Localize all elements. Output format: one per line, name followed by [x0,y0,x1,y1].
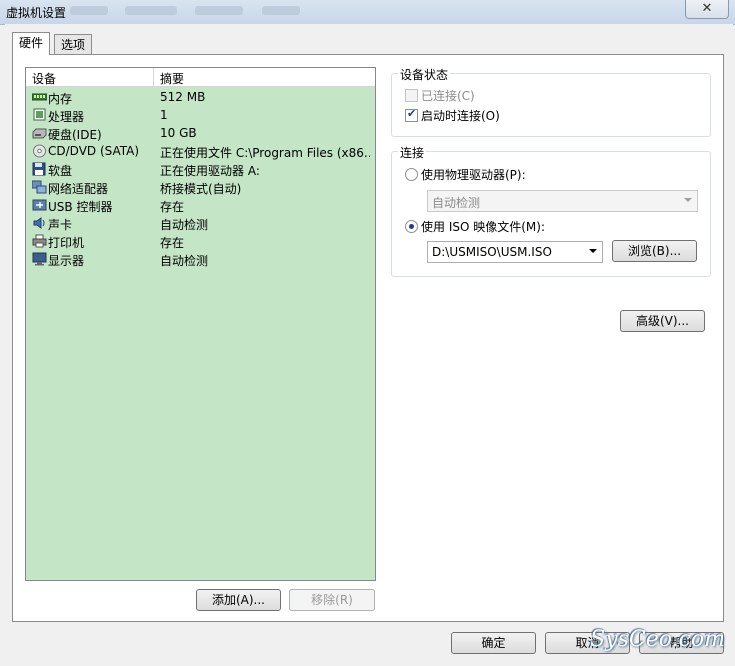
checkmark-icon: ✔ [407,107,417,120]
network-adapter-icon [32,180,47,194]
physical-drive-radio[interactable] [405,168,418,181]
processor-icon [33,108,46,121]
blurred-title-text [125,6,177,15]
browse-button[interactable]: 浏览(B)... [612,240,697,262]
connect-at-power-on-checkbox[interactable]: ✔ [405,107,418,122]
chevron-down-icon [589,249,597,253]
device-status-group: 设备状态 已连接(C) ✔ 启动时连接(O) [391,66,711,137]
blurred-title-text [70,6,108,15]
column-header-device[interactable]: 设备 [32,70,56,87]
tab-options[interactable]: 选项 [54,34,93,55]
device-row-printer[interactable]: 打印机 存在 [26,232,375,250]
display-icon [32,252,47,266]
connected-checkbox[interactable] [405,89,418,102]
device-row-memory[interactable]: 内存 512 MB [26,88,375,106]
physical-drive-label: 使用物理驱动器(P): [421,168,526,182]
ok-button[interactable]: 确定 [451,632,536,654]
add-button[interactable]: 添加(A)... [196,589,281,611]
watermark: SysCeo.com [590,627,725,652]
device-list[interactable]: 设备 摘要 内存 512 MB 处理器 1 硬盘(IDE) 10 GB CD/D… [25,67,376,581]
device-row-hard-disk[interactable]: 硬盘(IDE) 10 GB [26,124,375,142]
device-list-header: 设备 摘要 [26,68,375,87]
sound-card-icon [33,217,45,229]
memory-icon [32,93,47,101]
connect-at-power-on-label: 启动时连接(O) [421,109,500,123]
vm-settings-dialog: 硬件 选项 设备 摘要 内存 512 MB 处理器 1 硬盘(IDE) 10 G… [5,24,733,664]
iso-image-path-combobox[interactable]: D:\USMISO\USM.ISO [427,241,603,263]
close-button[interactable]: ✕ [685,0,729,19]
blurred-title-text [195,6,243,15]
iso-image-label: 使用 ISO 映像文件(M): [421,220,545,234]
device-row-network-adapter[interactable]: 网络适配器 桥接模式(自动) [26,178,375,196]
device-row-processor[interactable]: 处理器 1 [26,106,375,124]
device-row-sound-card[interactable]: 声卡 自动检测 [26,214,375,232]
close-icon: ✕ [701,1,713,16]
physical-drive-select[interactable]: 自动检测 [427,190,698,212]
window-title: 虚拟机设置 [6,6,67,20]
device-row-display[interactable]: 显示器 自动检测 [26,250,375,268]
remove-button[interactable]: 移除(R) [289,589,375,611]
floppy-icon [32,162,46,176]
cd-dvd-icon [33,144,46,158]
usb-icon [32,199,47,211]
column-header-summary[interactable]: 摘要 [160,70,184,87]
chevron-down-icon [684,198,692,202]
iso-image-radio[interactable] [405,220,418,233]
title-bar: 虚拟机设置 ✕ [0,0,735,25]
device-row-floppy[interactable]: 软盘 正在使用驱动器 A: [26,160,375,178]
hardware-panel: 设备 摘要 内存 512 MB 处理器 1 硬盘(IDE) 10 GB CD/D… [12,54,724,622]
printer-icon [32,234,47,248]
device-status-title: 设备状态 [398,66,451,83]
hard-disk-icon [32,128,47,139]
blurred-title-text [262,6,300,15]
tab-hardware[interactable]: 硬件 [12,32,51,55]
connection-title: 连接 [398,144,427,161]
device-row-cd-dvd[interactable]: CD/DVD (SATA) 正在使用文件 C:\Program Files (x… [26,142,375,160]
connection-group: 连接 使用物理驱动器(P): 自动检测 使用 ISO 映像文件(M): D:\U… [391,144,711,277]
advanced-button[interactable]: 高级(V)... [620,310,705,332]
device-row-usb-controller[interactable]: USB 控制器 存在 [26,196,375,214]
connected-label: 已连接(C) [421,89,475,103]
